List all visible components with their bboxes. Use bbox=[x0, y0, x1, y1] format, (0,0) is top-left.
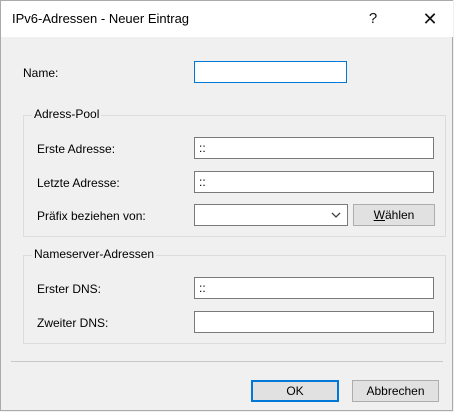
address-pool-title: Adress-Pool bbox=[32, 107, 102, 121]
footer-separator bbox=[11, 361, 443, 362]
chevron-down-icon bbox=[331, 212, 341, 218]
cancel-button[interactable]: Abbrechen bbox=[352, 380, 439, 402]
first-address-field[interactable]: :: bbox=[194, 137, 434, 159]
help-icon[interactable]: ? bbox=[351, 1, 395, 37]
prefix-source-label: Präfix beziehen von: bbox=[37, 209, 146, 223]
close-icon[interactable]: ✕ bbox=[408, 1, 452, 37]
choose-button[interactable]: Wählen bbox=[353, 204, 435, 226]
choose-button-label: ählen bbox=[384, 208, 415, 222]
second-dns-field[interactable] bbox=[194, 311, 434, 333]
first-address-label: Erste Adresse: bbox=[37, 142, 116, 156]
second-dns-label: Zweiter DNS: bbox=[37, 316, 109, 330]
title-bar: IPv6-Adressen - Neuer Eintrag ? ✕ bbox=[1, 1, 453, 37]
first-dns-field[interactable]: :: bbox=[194, 277, 434, 299]
dialog-window: IPv6-Adressen - Neuer Eintrag ? ✕ Name: … bbox=[0, 0, 453, 411]
nameserver-title: Nameserver-Adressen bbox=[32, 247, 157, 261]
window-title: IPv6-Adressen - Neuer Eintrag bbox=[12, 11, 190, 26]
choose-button-mnemonic: W bbox=[373, 208, 385, 222]
name-label: Name: bbox=[23, 66, 59, 80]
prefix-source-select[interactable] bbox=[194, 204, 348, 226]
name-field[interactable] bbox=[194, 61, 347, 83]
last-address-field[interactable]: :: bbox=[194, 171, 434, 193]
first-dns-label: Erster DNS: bbox=[37, 282, 102, 296]
ok-button[interactable]: OK bbox=[251, 380, 339, 402]
last-address-label: Letzte Adresse: bbox=[37, 176, 120, 190]
